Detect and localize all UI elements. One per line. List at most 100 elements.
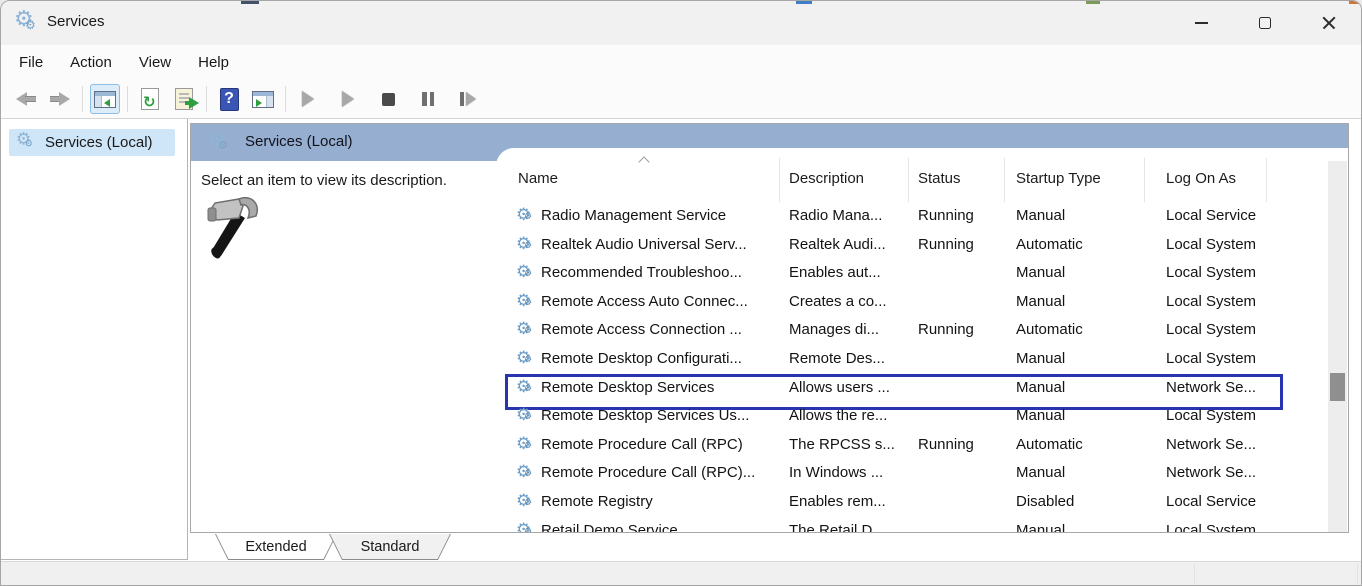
cell-name: Retail Demo Service — [541, 522, 678, 532]
cell-name: Remote Desktop Services Us... — [541, 407, 749, 424]
column-separator[interactable] — [779, 158, 780, 202]
cell-startup-type: Manual — [1016, 464, 1065, 481]
service-gear-icon: ⚙ — [516, 434, 531, 454]
cell-startup-type: Manual — [1016, 264, 1065, 281]
status-separator — [1194, 564, 1195, 585]
cell-log-on-as: Local Service — [1166, 207, 1256, 224]
cell-status: Running — [918, 207, 974, 224]
menu-file[interactable]: File — [19, 54, 43, 71]
menu-help[interactable]: Help — [198, 54, 229, 71]
resume-service-icon — [342, 91, 354, 107]
cell-log-on-as: Local Service — [1166, 493, 1256, 510]
service-gear-icon: ⚙ — [516, 348, 531, 368]
cell-status: Running — [918, 236, 974, 253]
export-list-icon — [175, 88, 193, 110]
cell-log-on-as: Local System — [1166, 236, 1256, 253]
column-header-log-on-as[interactable]: Log On As — [1166, 170, 1236, 187]
cell-log-on-as: Network Se... — [1166, 436, 1256, 453]
column-separator[interactable] — [1004, 158, 1005, 202]
services-gears-icon — [16, 131, 36, 151]
cell-name: Remote Procedure Call (RPC)... — [541, 464, 755, 481]
cell-name: Recommended Troubleshoo... — [541, 264, 742, 281]
tree-item-label: Services (Local) — [45, 134, 153, 151]
refresh-button[interactable]: ↻ — [135, 84, 165, 114]
tab-label: Extended — [216, 534, 336, 559]
maximize-button[interactable] — [1233, 1, 1297, 45]
stop-service-button[interactable] — [373, 84, 403, 114]
scrollbar-thumb[interactable] — [1330, 373, 1345, 401]
service-gear-icon: ⚙ — [516, 291, 531, 311]
status-separator — [1357, 564, 1358, 585]
column-separator[interactable] — [1266, 158, 1267, 202]
column-header-name[interactable]: Name — [518, 170, 558, 187]
service-row[interactable]: ⚙Remote RegistryEnables rem...DisabledLo… — [496, 489, 1286, 518]
service-row[interactable]: ⚙Radio Management ServiceRadio Mana...Ru… — [496, 203, 1286, 232]
back-icon — [15, 92, 37, 106]
service-row[interactable]: ⚙Retail Demo ServiceThe Retail D...Manua… — [496, 518, 1286, 532]
cell-description: Manages di... — [789, 321, 879, 338]
tree-item-services-local[interactable]: Services (Local) — [9, 129, 175, 156]
cell-name: Remote Access Auto Connec... — [541, 293, 748, 310]
service-row[interactable]: ⚙Remote Procedure Call (RPC)The RPCSS s.… — [496, 432, 1286, 461]
forward-icon — [49, 92, 71, 106]
toolbar-separator — [285, 86, 286, 112]
service-row[interactable]: ⚙Recommended Troubleshoo...Enables aut..… — [496, 260, 1286, 289]
cell-name: Remote Desktop Configurati... — [541, 350, 742, 367]
window-title: Services — [47, 13, 105, 30]
title-bar[interactable]: Services — [1, 1, 1361, 45]
pause-service-button[interactable] — [413, 84, 443, 114]
close-icon — [1322, 16, 1336, 30]
service-row-selected[interactable]: ⚙ Remote Desktop Services Allows users ...… — [496, 375, 1286, 404]
tab-standard[interactable]: Standard — [329, 534, 451, 560]
hammer-image — [205, 196, 267, 262]
cell-description: Radio Mana... — [789, 207, 882, 224]
tab-extended[interactable]: Extended — [215, 534, 337, 560]
maximize-icon — [1259, 17, 1271, 29]
cell-description: Enables rem... — [789, 493, 886, 510]
cell-name: Remote Desktop Services — [541, 379, 714, 396]
service-row[interactable]: ⚙Remote Desktop Services Us...Allows the… — [496, 403, 1286, 432]
close-button[interactable] — [1297, 1, 1361, 45]
cell-startup-type: Manual — [1016, 207, 1065, 224]
cell-startup-type: Automatic — [1016, 236, 1083, 253]
vertical-scrollbar[interactable] — [1328, 161, 1347, 532]
service-row[interactable]: ⚙Remote Access Connection ...Manages di.… — [496, 317, 1286, 346]
cell-name: Radio Management Service — [541, 207, 726, 224]
refresh-icon: ↻ — [141, 88, 159, 110]
export-list-button[interactable] — [169, 84, 199, 114]
back-button[interactable] — [11, 84, 41, 114]
tab-label: Standard — [330, 534, 450, 559]
cell-description: Allows users ... — [789, 379, 890, 396]
menu-action[interactable]: Action — [70, 54, 112, 71]
service-row[interactable]: ⚙Remote Desktop Configurati...Remote Des… — [496, 346, 1286, 375]
service-gear-icon: ⚙ — [516, 377, 531, 397]
cell-log-on-as: Local System — [1166, 350, 1256, 367]
show-hide-action-pane-button[interactable] — [248, 84, 278, 114]
view-tabs: ExtendedStandard — [190, 534, 1349, 561]
menu-view[interactable]: View — [139, 54, 171, 71]
help-icon — [220, 88, 239, 111]
restart-service-button[interactable] — [453, 84, 483, 114]
menu-bar: File Action View Help — [1, 45, 1361, 80]
start-service-button[interactable] — [293, 84, 323, 114]
column-header-startup-type[interactable]: Startup Type — [1016, 170, 1101, 187]
service-row[interactable]: ⚙Realtek Audio Universal Serv...Realtek … — [496, 232, 1286, 261]
service-gear-icon: ⚙ — [516, 520, 531, 532]
column-header-description[interactable]: Description — [789, 170, 864, 187]
resume-service-button[interactable] — [333, 84, 363, 114]
backdrop-chip — [796, 1, 812, 4]
show-hide-console-tree-button[interactable] — [90, 84, 120, 114]
service-gear-icon: ⚙ — [516, 262, 531, 282]
cell-startup-type: Automatic — [1016, 436, 1083, 453]
description-prompt: Select an item to view its description. — [201, 172, 447, 189]
service-row[interactable]: ⚙Remote Procedure Call (RPC)...In Window… — [496, 460, 1286, 489]
column-separator[interactable] — [1144, 158, 1145, 202]
cell-name: Remote Registry — [541, 493, 653, 510]
column-header-status[interactable]: Status — [918, 170, 961, 187]
help-button[interactable] — [214, 84, 244, 114]
forward-button[interactable] — [45, 84, 75, 114]
column-separator[interactable] — [908, 158, 909, 202]
service-row[interactable]: ⚙Remote Access Auto Connec...Creates a c… — [496, 289, 1286, 318]
console-tree-pane: Services (Local) — [1, 119, 188, 560]
minimize-button[interactable] — [1169, 1, 1233, 45]
